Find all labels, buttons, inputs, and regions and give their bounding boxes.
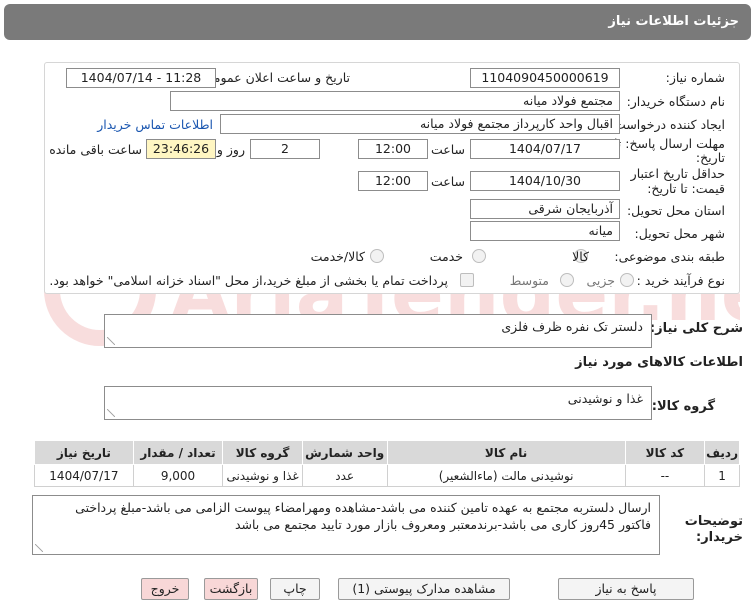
- table-header-cell: گروه کالا: [222, 440, 303, 465]
- table-row[interactable]: 1 -- نوشیدنی مالت (ماءالشعیر) عدد غذا و …: [34, 464, 740, 487]
- treasury-payment-note: پرداخت تمام یا بخشی از مبلغ خرید،از محل …: [49, 273, 448, 288]
- resize-grip-icon[interactable]: [107, 337, 115, 345]
- back-button[interactable]: بازگشت: [204, 578, 258, 600]
- category-option-service: خدمت: [429, 249, 463, 264]
- table-cell: نوشیدنی مالت (ماءالشعیر): [386, 464, 626, 487]
- treasury-payment-checkbox[interactable]: [460, 273, 474, 287]
- table-header-cell: واحد شمارش: [301, 440, 388, 465]
- buyer-notes-label: توضیحات: [684, 514, 743, 529]
- table-cell: --: [624, 464, 706, 487]
- deadline-label-date: تاریخ:: [695, 150, 725, 165]
- remaining-time-label: ساعت باقی مانده: [49, 142, 142, 157]
- process-radio-medium[interactable]: [560, 273, 574, 287]
- process-option-medium: متوسط: [509, 273, 549, 288]
- deadline-label: مهلت ارسال پاسخ: تا: [614, 136, 725, 151]
- days-field[interactable]: 2: [250, 139, 320, 159]
- category-option-both: کالا/خدمت: [310, 249, 365, 264]
- goods-group-label: گروه کالا:: [651, 399, 715, 414]
- announce-date-label: تاریخ و ساعت اعلان عمومی:: [199, 70, 350, 85]
- buyer-notes-label-2: خریدار:: [696, 530, 743, 545]
- validity-label: حداقل تاریخ اعتبار: [630, 166, 725, 181]
- attachments-button[interactable]: مشاهده مدارک پیوستی (1): [338, 578, 510, 600]
- resize-grip-icon[interactable]: [107, 409, 115, 417]
- table-header-row: ردیف کد کالا نام کالا واحد شمارش گروه کا…: [34, 440, 740, 465]
- validity-date-field[interactable]: 1404/10/30: [470, 171, 620, 191]
- table-cell: غذا و نوشیدنی: [222, 464, 303, 487]
- goods-group-text: غذا و نوشیدنی: [567, 391, 643, 406]
- need-description-text: دلستر تک نفره ظرف فلزی: [501, 319, 643, 334]
- print-button[interactable]: چاپ: [270, 578, 320, 600]
- process-option-minor: جزیی: [586, 273, 615, 288]
- resize-grip-icon[interactable]: [35, 544, 43, 552]
- category-radio-service[interactable]: [472, 249, 486, 263]
- exit-button[interactable]: خروج: [141, 578, 189, 600]
- need-number-field[interactable]: 1104090450000619: [470, 68, 620, 88]
- province-label: استان محل تحویل:: [626, 203, 725, 218]
- remaining-time-field: 23:46:26: [146, 139, 216, 159]
- table-header-cell: کد کالا: [624, 440, 706, 465]
- category-radio-both[interactable]: [370, 249, 384, 263]
- page-title: جزئیات اطلاعات نیاز: [608, 14, 739, 29]
- category-label: طبقه بندی موضوعی:: [614, 249, 725, 264]
- need-description-textarea[interactable]: دلستر تک نفره ظرف فلزی: [104, 314, 652, 348]
- title-bar: جزئیات اطلاعات نیاز: [4, 4, 751, 40]
- days-label: روز و: [216, 142, 245, 157]
- buyer-notes-textarea[interactable]: ارسال دلستربه مجتمع به عهده تامین کننده …: [32, 495, 660, 555]
- buyer-org-field[interactable]: مجتمع فولاد میانه: [170, 91, 620, 111]
- province-field[interactable]: آذربایجان شرقی: [470, 199, 620, 219]
- table-cell: 9,000: [132, 464, 224, 487]
- need-description-label: شرح کلی نیاز:: [649, 321, 743, 336]
- category-option-goods: کالا: [572, 249, 589, 264]
- deadline-time-label: ساعت: [430, 142, 465, 157]
- city-field[interactable]: میانه: [470, 221, 620, 241]
- deadline-date-field[interactable]: 1404/07/17: [470, 139, 620, 159]
- goods-table: ردیف کد کالا نام کالا واحد شمارش گروه کا…: [34, 440, 740, 487]
- validity-time-field[interactable]: 12:00: [358, 171, 428, 191]
- goods-info-heading: اطلاعات کالاهای مورد نیاز: [575, 355, 743, 370]
- creator-label: ایجاد کننده درخواست:: [609, 117, 725, 132]
- reply-button[interactable]: پاسخ به نیاز: [558, 578, 694, 600]
- announce-date-field[interactable]: 1404/07/14 - 11:28: [66, 68, 216, 88]
- process-radio-minor[interactable]: [620, 273, 634, 287]
- goods-group-textarea[interactable]: غذا و نوشیدنی: [104, 386, 652, 420]
- deadline-time-field[interactable]: 12:00: [358, 139, 428, 159]
- buyer-notes-text: ارسال دلستربه مجتمع به عهده تامین کننده …: [75, 500, 651, 532]
- need-number-label: شماره نیاز:: [665, 70, 725, 85]
- table-cell: عدد: [301, 464, 388, 487]
- table-cell: 1: [704, 464, 740, 487]
- table-header-cell: تاریخ نیاز: [34, 440, 134, 465]
- city-label: شهر محل تحویل:: [634, 226, 725, 241]
- validity-label-date: قیمت: تا تاریخ:: [647, 181, 725, 196]
- table-header-cell: نام کالا: [386, 440, 626, 465]
- buyer-contact-link[interactable]: اطلاعات تماس خریدار: [97, 117, 213, 132]
- creator-field[interactable]: اقبال واحد کارپرداز مجتمع فولاد میانه: [220, 114, 620, 134]
- table-cell: 1404/07/17: [34, 464, 134, 487]
- table-header-cell: تعداد / مقدار: [132, 440, 224, 465]
- process-label: نوع فرآیند خرید :: [636, 273, 725, 288]
- buyer-org-label: نام دستگاه خریدار:: [626, 94, 725, 109]
- table-header-cell: ردیف: [704, 440, 740, 465]
- validity-time-label: ساعت: [430, 174, 465, 189]
